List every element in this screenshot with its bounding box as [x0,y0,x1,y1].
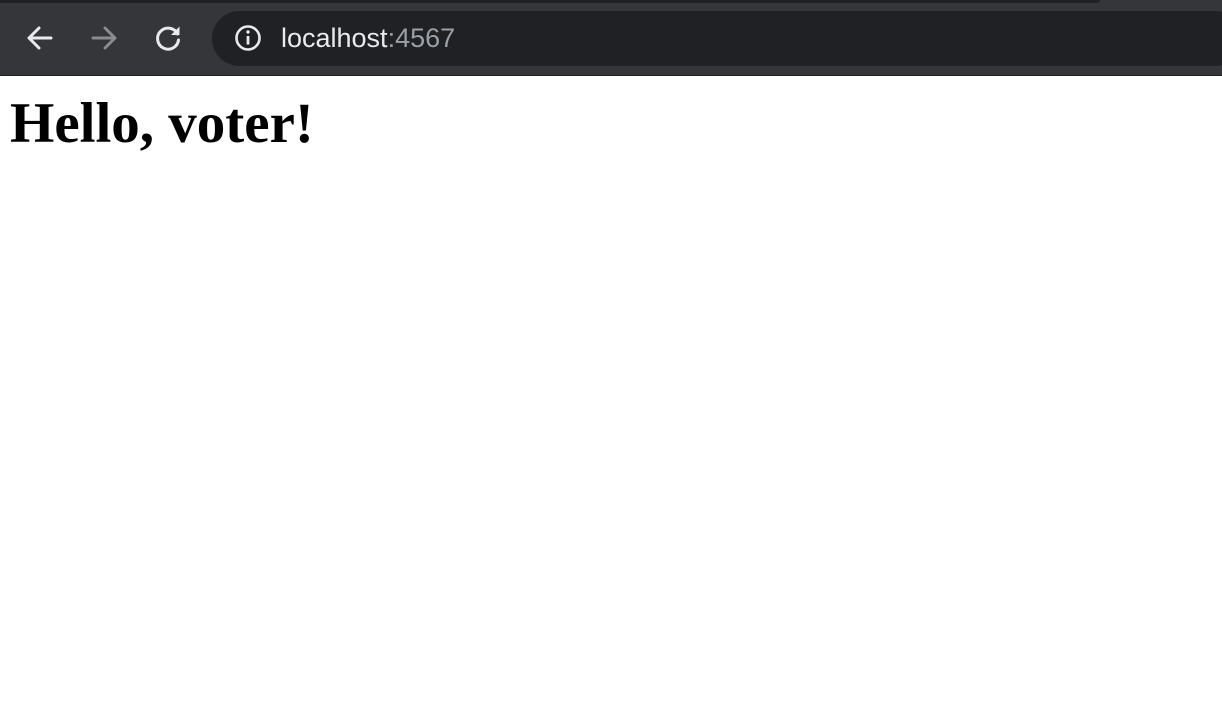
info-icon[interactable] [234,24,262,52]
url-host: localhost [281,23,388,53]
arrow-right-icon [91,26,117,50]
address-bar[interactable]: localhost:4567 [212,11,1222,66]
browser-toolbar: localhost:4567 [0,0,1222,76]
page-content: Hello, voter! [0,76,1222,724]
forward-button[interactable] [84,18,124,58]
reload-button[interactable] [148,18,188,58]
url-text[interactable]: localhost:4567 [281,23,455,53]
page-heading: Hello, voter! [10,92,314,155]
reload-icon [156,26,180,51]
tab-strip-edge [0,0,1100,3]
url-port: :4567 [387,23,456,53]
arrow-left-icon [27,26,53,50]
back-button[interactable] [20,18,60,58]
